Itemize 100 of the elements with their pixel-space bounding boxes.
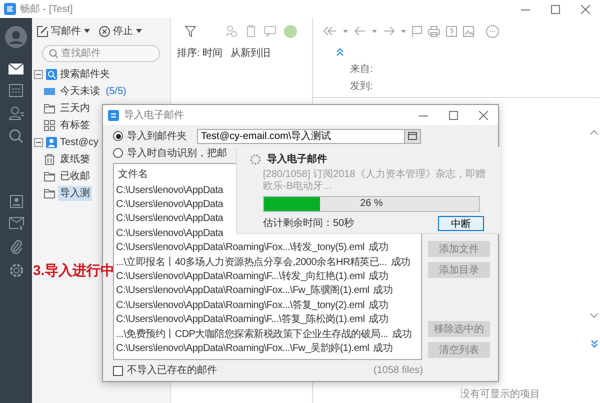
contact-card-icon[interactable] <box>10 195 22 208</box>
caret-icon[interactable] <box>343 30 348 32</box>
chat-icon[interactable] <box>264 26 276 36</box>
status-text: 成功 <box>368 312 388 328</box>
grid-icon <box>44 120 55 131</box>
status-text: 成功 <box>373 284 393 298</box>
to-label: 发到: <box>349 80 374 94</box>
scroll-up-icon[interactable] <box>590 130 598 135</box>
envelope-icon <box>44 86 55 97</box>
maximize-icon <box>550 4 560 14</box>
file-path: C:\Users\lenovo\AppData\Roaming\F...\答复_陈松岗(1).eml <box>116 312 365 328</box>
option-label[interactable]: 导入时自动识别，把邮 <box>127 146 227 160</box>
pencil-square-icon <box>37 26 48 36</box>
expand-icon[interactable] <box>591 340 598 348</box>
file-path: C:\Users\lenovo\AppData\Roaming\Fox...\Fw_吴韵婷(1).eml <box>116 342 370 356</box>
empty-message: 没有可显示的项目 <box>460 388 540 402</box>
radio-button[interactable] <box>113 131 123 141</box>
sort-label: 排序: 时间 <box>177 46 223 60</box>
file-path: ...\免费预约丨CDP大咖陪您探索新税政策下企业生存战的破局... <box>116 328 388 342</box>
file-path: C:\Users\lenovo\AppData\Roaming\Fox...\答复_tony(2).eml <box>116 298 365 313</box>
people-icon[interactable] <box>226 25 238 37</box>
maximize-icon <box>448 110 458 120</box>
option-label[interactable]: 导入到邮件夹 <box>127 128 187 144</box>
image-icon[interactable] <box>463 26 474 36</box>
status-text: 成功 <box>390 256 410 270</box>
search-field[interactable]: 查找邮件 <box>42 45 160 62</box>
status-text: 成功 <box>368 270 388 284</box>
progress-percent: 26 % <box>359 197 384 211</box>
trash-icon[interactable] <box>246 25 256 37</box>
remaining-time: 估计剩余时间：50秒 <box>263 216 354 231</box>
folder-icon <box>44 103 55 114</box>
calendar-icon[interactable] <box>9 84 23 97</box>
file-path: C:\Users\lenovo\AppData <box>116 184 224 198</box>
close-icon <box>580 4 590 14</box>
folder-icon <box>408 132 417 140</box>
status-text: 成功 <box>368 298 388 313</box>
folder-field[interactable]: Test@cy-email.com\导入测试 <box>197 128 405 144</box>
collapse-icon[interactable] <box>336 48 344 56</box>
folder-item[interactable]: 今天未读 (5/5) <box>58 84 128 99</box>
settings-icon[interactable] <box>8 263 24 278</box>
folder-item[interactable]: 三天内 <box>58 101 92 116</box>
folder-icon <box>44 171 55 182</box>
reply-icon[interactable] <box>354 26 366 36</box>
browse-button[interactable] <box>405 128 421 144</box>
folder-item[interactable]: 已收邮 <box>58 169 92 184</box>
stop-icon <box>99 26 110 36</box>
scroll-down-icon[interactable] <box>590 313 598 318</box>
compose-button[interactable]: 写邮件 <box>34 24 93 38</box>
status-text: 成功 <box>373 342 393 356</box>
checkbox[interactable] <box>113 366 123 376</box>
radio-button[interactable] <box>113 148 123 158</box>
search-icon[interactable] <box>9 129 23 143</box>
file-path: ...\立即报名丨40多场人力资源热点分享会,2000余名HR精英已... <box>116 256 387 270</box>
caret-icon[interactable] <box>372 30 377 32</box>
spinner-icon <box>250 154 261 165</box>
column-header: 文件名 <box>118 168 148 182</box>
folder-label[interactable]: Test@cy <box>60 135 98 150</box>
app-logo-icon <box>108 110 119 120</box>
avatar-icon[interactable] <box>5 26 27 48</box>
abort-button[interactable]: 中断 <box>438 216 484 231</box>
close-icon <box>478 110 488 120</box>
sort-order-link[interactable]: 从新到旧 <box>230 46 271 60</box>
print-icon[interactable] <box>428 26 440 36</box>
progress-title: 导入电子邮件 <box>267 152 327 167</box>
folder-label[interactable]: 搜索邮件夹 <box>60 67 110 82</box>
caret-icon <box>84 29 90 33</box>
search-icon <box>49 49 58 58</box>
help-icon[interactable] <box>446 26 457 36</box>
progress-detail: [280/1058] 订阅2018《人力资本管理》杂志，即赠欧乐-B电动牙... <box>263 169 486 193</box>
file-path: C:\Users\lenovo\AppData <box>116 198 224 212</box>
folder-item[interactable]: 有标签 <box>58 118 92 133</box>
folder-item[interactable]: 废纸篓 <box>58 152 92 167</box>
file-path: C:\Users\lenovo\AppData\Roaming\Fox...\转发_tony(5).eml <box>116 241 365 256</box>
search-folder-icon <box>46 69 57 80</box>
contacts-icon[interactable] <box>8 106 24 120</box>
reply-all-icon[interactable] <box>323 26 337 36</box>
forward-icon[interactable] <box>383 26 395 36</box>
caret-icon[interactable] <box>401 30 406 32</box>
flag-icon[interactable] <box>412 26 422 36</box>
collapse-icon[interactable] <box>34 138 43 147</box>
mail-icon[interactable] <box>8 63 24 75</box>
trash-icon <box>44 154 55 165</box>
file-path: C:\Users\lenovo\AppData\Roaming\F...\转发_向红艳(1).eml <box>116 270 365 284</box>
window-title: 畅邮 - [Test] <box>20 2 73 16</box>
from-label: 来自: <box>349 62 374 77</box>
status-text: 成功 <box>392 328 412 342</box>
file-path: C:\Users\lenovo\AppData <box>116 226 224 241</box>
collapse-icon[interactable] <box>34 70 43 79</box>
file-path: C:\Users\lenovo\AppData\Roaming\Fox...\Fw_陈骥阁(1).eml <box>116 284 370 298</box>
filter-icon[interactable] <box>185 26 196 36</box>
stop-button[interactable]: 停止 <box>96 24 145 38</box>
file-path: C:\Users\lenovo\AppData <box>116 212 224 226</box>
paperclip-icon[interactable] <box>10 239 22 254</box>
caret-icon <box>136 29 142 33</box>
folder-item[interactable]: 导入测 <box>58 186 92 201</box>
checkbox-label[interactable]: 不导入已存在的邮件 <box>127 363 217 378</box>
more-icon[interactable] <box>486 24 499 38</box>
account-icon <box>46 137 57 148</box>
envelope-icon[interactable] <box>8 217 24 230</box>
folder-icon <box>44 188 55 199</box>
